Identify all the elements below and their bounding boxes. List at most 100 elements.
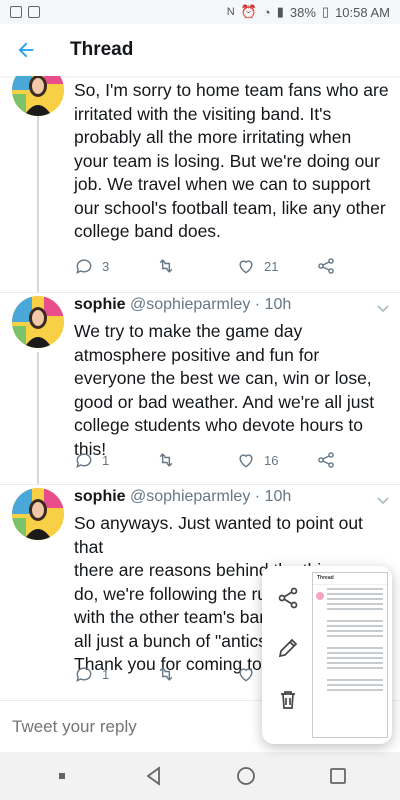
separator-dot: · — [254, 296, 261, 313]
overview-nav-button[interactable] — [314, 752, 362, 800]
tweet-time: 10h — [264, 296, 292, 313]
share-icon — [278, 587, 298, 609]
thumbnail-line — [327, 667, 383, 669]
reply-count: 1 — [102, 666, 110, 682]
battery-percent: 38% — [289, 4, 316, 20]
arrow-left-icon — [18, 42, 34, 58]
screenshot-thumbnail[interactable]: Thread — [312, 572, 388, 738]
reply-button[interactable]: 1 — [74, 450, 109, 470]
tweet-text-line: So anyways. Just wanted to point out tha… — [74, 513, 363, 557]
retweet-button[interactable] — [156, 450, 184, 470]
thumbnail-line — [327, 588, 383, 590]
share-screenshot-button[interactable] — [274, 584, 302, 612]
author-name[interactable]: sophie — [74, 296, 126, 313]
speech-bubble-icon — [76, 453, 92, 468]
tweet-text: So, I'm sorry to home team fans who are … — [74, 80, 389, 241]
gallery-icon — [10, 6, 22, 18]
thumbnail-title: Thread — [313, 573, 387, 585]
tweet-text: We try to make the game day atmosphere p… — [74, 321, 375, 459]
like-count: 21 — [264, 258, 279, 274]
thumbnail-line — [327, 657, 383, 659]
square-overview-icon — [330, 768, 346, 784]
heart-icon — [239, 260, 253, 274]
tweet-actions: 1 16 — [74, 450, 374, 474]
page-title: Thread — [70, 39, 134, 60]
back-nav-button[interactable] — [130, 752, 178, 800]
speech-bubble-icon — [76, 259, 92, 274]
avatar[interactable] — [12, 296, 64, 348]
notification-icon — [28, 6, 40, 18]
screenshot-tools — [262, 566, 312, 744]
app-bar: Thread — [0, 24, 400, 76]
share-button[interactable] — [316, 256, 336, 276]
clock: 10:58 AM — [335, 4, 390, 20]
thumbnail-line — [327, 620, 383, 622]
back-button[interactable] — [0, 24, 52, 76]
signal-icon: ▮ — [276, 4, 284, 19]
share-button[interactable] — [316, 450, 336, 470]
heart-icon — [239, 454, 253, 468]
retweet-icon — [159, 259, 173, 273]
thumbnail-line — [327, 593, 383, 595]
retweet-button[interactable] — [156, 664, 184, 684]
delete-screenshot-button[interactable] — [274, 686, 302, 714]
retweet-icon — [159, 667, 173, 681]
avatar[interactable] — [12, 76, 64, 116]
battery-icon: ▯ — [321, 4, 330, 19]
reply-input[interactable] — [12, 716, 252, 737]
thumbnail-line — [327, 635, 383, 637]
recents-dot-button[interactable] — [38, 752, 86, 800]
thumbnail-line — [327, 662, 383, 664]
wifi-icon: ◔ — [262, 4, 271, 20]
reply-count: 1 — [102, 452, 110, 468]
nfc-icon: N — [226, 6, 235, 18]
chevron-down-icon[interactable] — [376, 302, 390, 316]
tweet-actions: 3 21 — [74, 256, 374, 280]
retweet-icon — [159, 453, 173, 467]
speech-bubble-icon — [76, 667, 92, 682]
chevron-down-icon[interactable] — [376, 494, 390, 508]
alarm-icon: ⏰ — [240, 4, 257, 19]
tweet-item[interactable]: So, I'm sorry to home team fans who are … — [0, 76, 400, 292]
thumbnail-line — [327, 679, 383, 681]
tweet-time: 10h — [264, 488, 292, 505]
thumbnail-line — [327, 689, 383, 691]
author-handle[interactable]: @sophieparmley — [130, 488, 250, 505]
avatar[interactable] — [12, 488, 64, 540]
retweet-button[interactable] — [156, 256, 184, 276]
tweet-item[interactable]: sophie @sophieparmley · 10h We try to ma… — [0, 292, 400, 484]
like-count: 16 — [264, 452, 279, 468]
heart-icon — [239, 668, 253, 682]
share-icon — [318, 258, 334, 274]
thumbnail-line — [327, 598, 383, 600]
like-button[interactable]: 21 — [236, 256, 278, 276]
thumbnail-content — [313, 588, 387, 691]
edit-screenshot-button[interactable] — [274, 634, 302, 662]
reply-button[interactable]: 1 — [74, 664, 109, 684]
like-button[interactable]: 16 — [236, 450, 278, 470]
thumbnail-line — [327, 630, 383, 632]
thumbnail-line — [327, 608, 383, 610]
reply-button[interactable]: 3 — [74, 256, 109, 276]
pencil-icon — [278, 638, 298, 658]
thumbnail-avatar — [316, 592, 324, 600]
thumbnail-line — [327, 684, 383, 686]
thumbnail-line — [327, 603, 383, 605]
status-bar: N ⏰ ◔ ▮ 38% ▯ 10:58 AM — [0, 0, 400, 24]
author-name[interactable]: sophie — [74, 488, 126, 505]
dot-icon — [59, 773, 65, 779]
triangle-back-icon — [146, 766, 160, 786]
author-handle[interactable]: @sophieparmley — [130, 296, 250, 313]
trash-icon — [281, 691, 295, 709]
share-icon — [318, 452, 334, 468]
thread-connector — [37, 116, 39, 292]
home-nav-button[interactable] — [222, 752, 270, 800]
like-button[interactable] — [236, 664, 256, 684]
separator-dot: · — [254, 488, 261, 505]
thumbnail-line — [327, 625, 383, 627]
tweet-header: sophie @sophieparmley · 10h — [74, 296, 291, 314]
thumbnail-line — [327, 652, 383, 654]
system-nav-bar — [0, 752, 400, 800]
thumbnail-line — [327, 647, 383, 649]
thread-connector — [37, 352, 39, 484]
